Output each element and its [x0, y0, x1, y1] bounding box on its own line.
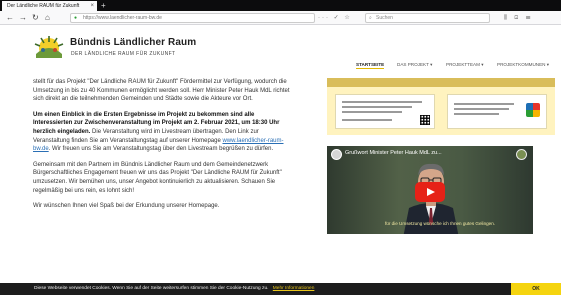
close-icon[interactable]: ×: [90, 1, 94, 11]
flyer-card-right: [447, 94, 547, 129]
site-header: Bündnis Ländlicher Raum DER LÄNDLICHE RA…: [0, 26, 561, 70]
partner-logo-icon: [526, 103, 540, 117]
site-subtitle: DER LÄNDLICHE RAUM FÜR ZUKUNFT: [71, 51, 176, 57]
nav-item-projektteam[interactable]: PROJEKTTEAM ▾: [446, 62, 484, 68]
event-text-end: . Wir freuen uns Sie am Veranstaltungsta…: [48, 146, 274, 153]
url-bar[interactable]: ● https://www.laendlicher-raum-bw.de: [70, 13, 315, 23]
nav-item-projektkommunen[interactable]: PROJEKTKOMMUNEN ▾: [497, 62, 549, 68]
embedded-video[interactable]: Grußwort Minister Peter Hauk MdL zu... f…: [327, 146, 533, 234]
search-input[interactable]: ⌕ Suchen: [365, 13, 490, 23]
channel-avatar-icon[interactable]: [331, 149, 342, 160]
flyer-header-strip: [327, 78, 555, 87]
nav-item-projekt[interactable]: DAS PROJEKT ▾: [397, 62, 432, 68]
cookie-notice: Diese Webseite verwendet Cookies. Wenn S…: [34, 286, 269, 291]
video-title[interactable]: Grußwort Minister Peter Hauk MdL zu...: [345, 150, 442, 156]
toolbar-menu-icons[interactable]: ⫼ ⊡ ☰: [504, 11, 533, 25]
new-tab-button[interactable]: +: [101, 0, 106, 11]
browser-toolbar: ← → ↻ ⌂ ● https://www.laendlicher-raum-b…: [0, 11, 561, 25]
flyer-image: [327, 78, 555, 135]
site-title[interactable]: Bündnis Ländlicher Raum: [70, 37, 196, 48]
play-icon[interactable]: [415, 182, 445, 202]
forward-icon[interactable]: →: [19, 11, 27, 25]
tab-title: Der Ländliche RAUM für Zukunft: [7, 3, 80, 9]
paragraph-event: Um einen Einblick in die Ersten Ergebnis…: [33, 111, 295, 154]
paragraph-intro: stellt für das Projekt "Der Ländliche RA…: [33, 79, 290, 103]
main-navigation: STARTSEITE DAS PROJEKT ▾ PROJEKTTEAM ▾ P…: [0, 62, 561, 70]
cookie-ok-button[interactable]: OK: [511, 283, 561, 295]
nav-item-startseite[interactable]: STARTSEITE: [356, 62, 385, 69]
paragraph-partners: Gemeinsam mit den Partnern im Bündnis Lä…: [33, 161, 282, 194]
search-icon: ⌕: [369, 15, 372, 21]
back-icon[interactable]: ←: [6, 11, 14, 25]
paragraph-closing: Wir wünschen Ihnen viel Spaß bei der Erk…: [33, 203, 220, 210]
page-actions[interactable]: ··· ✓ ☆: [318, 11, 352, 25]
browser-tab[interactable]: Der Ländliche RAUM für Zukunft ×: [2, 1, 97, 11]
url-text: https://www.laendlicher-raum-bw.de: [83, 15, 162, 21]
logo-icon[interactable]: [32, 34, 66, 62]
reload-icon[interactable]: ↻: [32, 11, 39, 25]
main-content: stellt für das Projekt "Der Ländliche RA…: [33, 78, 295, 218]
video-subtitle: für die Umsetzung wünsche ich Ihnen gute…: [385, 221, 496, 226]
flyer-card-left: [335, 94, 435, 129]
qr-code-icon: [420, 115, 430, 125]
browser-tab-bar: Der Ländliche RAUM für Zukunft × +: [0, 0, 561, 11]
home-icon[interactable]: ⌂: [45, 11, 50, 25]
more-info-link[interactable]: Mehr Informationen: [273, 286, 315, 291]
search-placeholder: Suchen: [376, 15, 393, 21]
cookie-banner: Diese Webseite verwendet Cookies. Wenn S…: [0, 283, 561, 295]
wappen-icon: [516, 149, 527, 160]
lock-icon: ●: [74, 15, 78, 21]
